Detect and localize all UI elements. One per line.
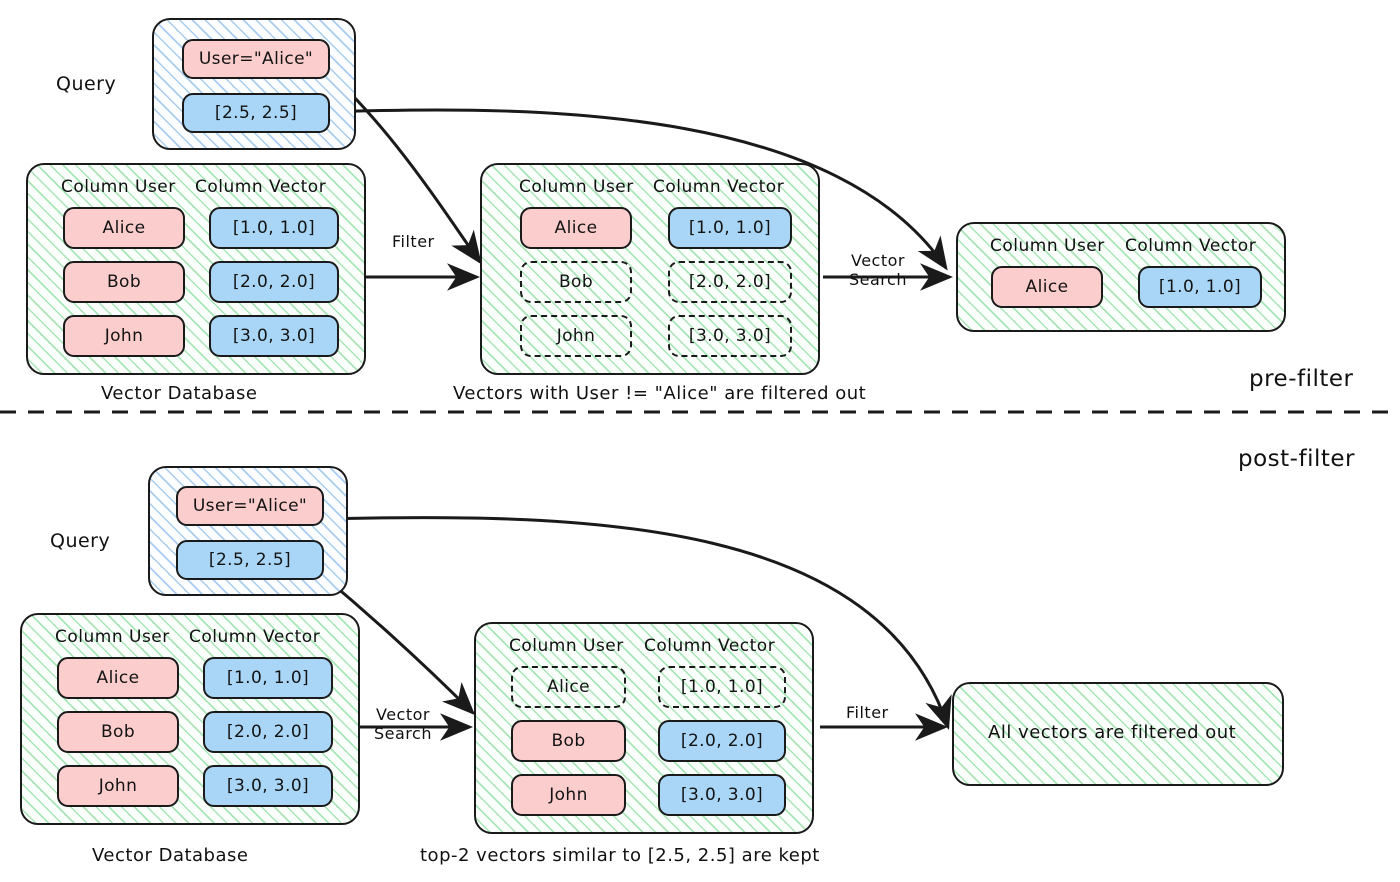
phase-label-pre-filter: pre-filter [1249,366,1354,392]
filtered-user-cell-0-pre: Alice [520,207,632,249]
db-vector-cell-1-pre: [2.0, 2.0] [209,261,339,303]
filtered-box-pre: Column User Column Vector Alice [1.0, 1.… [480,163,820,375]
result-message-post: All vectors are filtered out [988,722,1237,743]
result-user-cell-0-pre: Alice [991,266,1103,308]
db-user-cell-1-post: Bob [57,711,179,753]
db-user-cell-2-post: John [57,765,179,807]
filtered-vector-cell-0-pre: [1.0, 1.0] [668,207,792,249]
db-user-cell-0-post: Alice [57,657,179,699]
searched-box-caption-post: top-2 vectors similar to [2.5, 2.5] are … [420,845,820,866]
db-user-cell-2-pre: John [63,315,185,357]
db-user-cell-1-pre: Bob [63,261,185,303]
filtered-vector-cell-2-pre: [3.0, 3.0] [668,315,792,357]
searched-user-cell-1-post: Bob [511,720,626,762]
vector-database-pre: Column User Column Vector Alice [1.0, 1.… [26,163,366,375]
arrow-label-vector-search-post-line1: Vector [375,705,430,724]
db-vector-cell-2-post: [3.0, 3.0] [203,765,333,807]
diagram-canvas: Query User="Alice" [2.5, 2.5] Column Use… [0,0,1400,882]
arrow-label-vector-search-post-line2: Search [374,724,432,743]
filtered-vector-cell-1-pre: [2.0, 2.0] [668,261,792,303]
vector-database-post: Column User Column Vector Alice [1.0, 1.… [20,613,360,825]
db-vector-cell-0-pre: [1.0, 1.0] [209,207,339,249]
result-box-post: All vectors are filtered out [952,682,1284,786]
arrow-label-vector-search-pre: Vector Search [849,251,907,289]
query-vector-cell-pre: [2.5, 2.5] [182,93,330,133]
filtered-user-cell-1-pre: Bob [520,261,632,303]
column-header-user-post-searched: Column User [509,636,624,656]
arrow-label-filter-pre: Filter [392,232,435,251]
db-vector-cell-2-pre: [3.0, 3.0] [209,315,339,357]
result-vector-cell-0-pre: [1.0, 1.0] [1138,266,1262,308]
column-header-vector-pre-filtered: Column Vector [653,177,785,197]
query-vector-cell-post: [2.5, 2.5] [176,540,324,580]
searched-vector-cell-0-post: [1.0, 1.0] [658,666,786,708]
searched-box-post: Column User Column Vector Alice [1.0, 1.… [474,622,814,834]
column-header-vector-pre-result: Column Vector [1125,236,1257,256]
query-box-pre: User="Alice" [2.5, 2.5] [152,18,356,150]
db-user-cell-0-pre: Alice [63,207,185,249]
query-filter-cell-pre: User="Alice" [182,39,330,79]
arrow-label-filter-post: Filter [846,703,889,722]
searched-vector-cell-2-post: [3.0, 3.0] [658,774,786,816]
vector-database-caption-pre: Vector Database [101,383,258,404]
query-label-pre: Query [56,73,117,95]
phase-label-post-filter: post-filter [1238,446,1355,472]
filtered-user-cell-2-pre: John [520,315,632,357]
db-vector-cell-1-post: [2.0, 2.0] [203,711,333,753]
column-header-vector-pre-db: Column Vector [195,177,327,197]
filtered-box-caption-pre: Vectors with User != "Alice" are filtere… [453,383,867,404]
searched-user-cell-0-post: Alice [511,666,626,708]
query-filter-cell-post: User="Alice" [176,486,324,526]
query-box-post: User="Alice" [2.5, 2.5] [148,466,348,596]
db-vector-cell-0-post: [1.0, 1.0] [203,657,333,699]
column-header-user-post-db: Column User [55,627,170,647]
vector-database-caption-post: Vector Database [92,845,249,866]
result-box-pre: Column User Column Vector Alice [1.0, 1.… [956,222,1286,332]
searched-user-cell-2-post: John [511,774,626,816]
column-header-vector-post-searched: Column Vector [644,636,776,656]
column-header-user-pre-db: Column User [61,177,176,197]
column-header-vector-post-db: Column Vector [189,627,321,647]
column-header-user-pre-filtered: Column User [519,177,634,197]
query-label-post: Query [50,530,111,552]
searched-vector-cell-1-post: [2.0, 2.0] [658,720,786,762]
arrow-label-vector-search-pre-line2: Search [849,270,907,289]
arrow-label-vector-search-post: Vector Search [374,705,432,743]
arrow-label-vector-search-pre-line1: Vector [850,251,905,270]
column-header-user-pre-result: Column User [990,236,1105,256]
